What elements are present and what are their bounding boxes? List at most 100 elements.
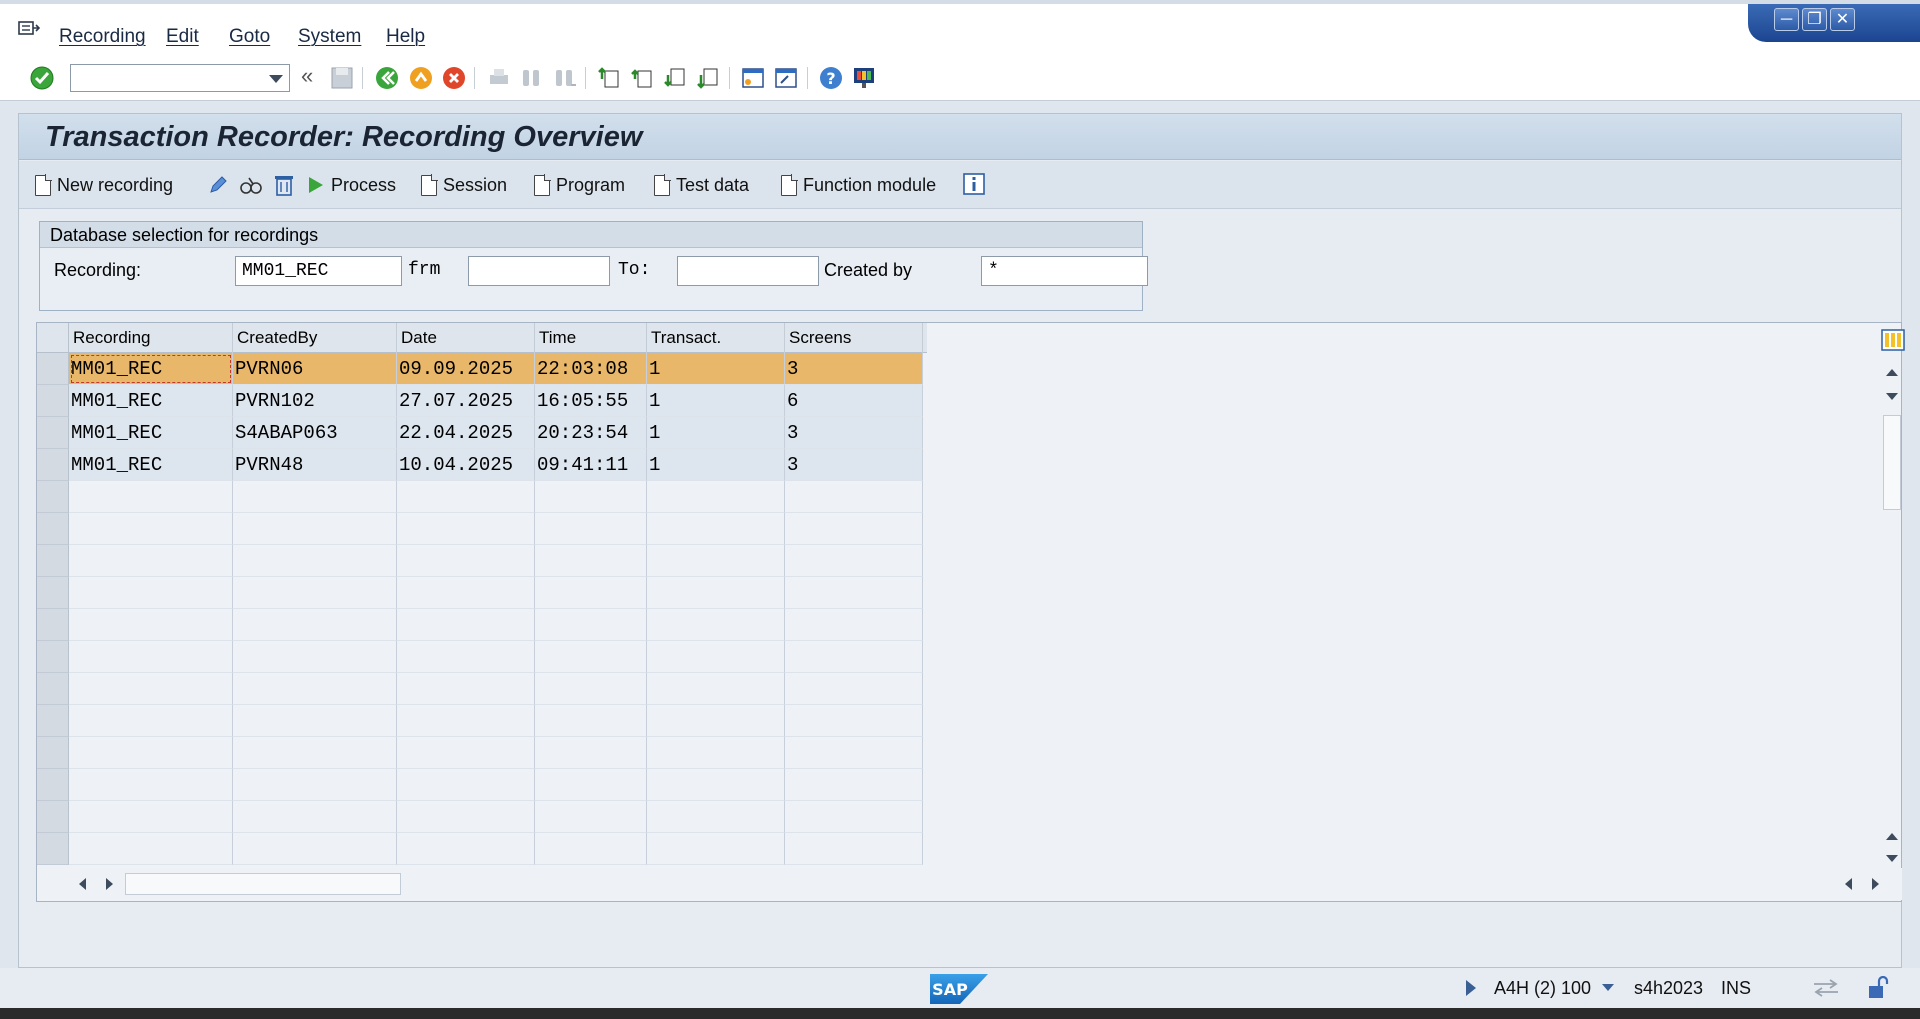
cell-recording[interactable] bbox=[69, 545, 233, 577]
cell-created-by[interactable]: S4ABAP063 bbox=[233, 417, 397, 449]
row-selector[interactable] bbox=[37, 801, 69, 833]
cell-screens[interactable] bbox=[785, 641, 923, 673]
cell-time[interactable] bbox=[535, 481, 647, 513]
cell-screens[interactable]: 3 bbox=[785, 449, 923, 481]
last-page-icon[interactable] bbox=[695, 65, 721, 91]
empty-table-row[interactable] bbox=[37, 513, 927, 545]
select-all-corner[interactable] bbox=[37, 323, 69, 353]
row-selector[interactable] bbox=[37, 833, 69, 865]
cell-time[interactable] bbox=[535, 513, 647, 545]
back-double-icon[interactable]: « bbox=[301, 63, 327, 89]
cell-time[interactable] bbox=[535, 737, 647, 769]
cell-time[interactable] bbox=[535, 609, 647, 641]
cell-created-by[interactable] bbox=[233, 641, 397, 673]
back-icon[interactable] bbox=[374, 65, 400, 91]
cell-time[interactable] bbox=[535, 769, 647, 801]
cell-transactions[interactable] bbox=[647, 513, 785, 545]
new-recording-button[interactable]: New recording bbox=[35, 171, 173, 199]
cell-created-by[interactable] bbox=[233, 609, 397, 641]
command-field[interactable] bbox=[70, 64, 290, 92]
unlock-icon[interactable] bbox=[1866, 976, 1890, 1000]
cell-created-by[interactable] bbox=[233, 673, 397, 705]
cell-recording[interactable] bbox=[69, 737, 233, 769]
session-button[interactable]: Session bbox=[421, 171, 507, 199]
cell-transactions[interactable]: 1 bbox=[647, 353, 785, 385]
column-header-screens[interactable]: Screens bbox=[785, 323, 923, 353]
cell-date[interactable] bbox=[397, 609, 535, 641]
close-icon[interactable]: ✕ bbox=[1830, 8, 1855, 31]
cell-created-by[interactable] bbox=[233, 769, 397, 801]
create-session-icon[interactable] bbox=[740, 65, 766, 91]
cell-created-by[interactable] bbox=[233, 481, 397, 513]
cell-date[interactable]: 22.04.2025 bbox=[397, 417, 535, 449]
table-row[interactable]: MM01_REC PVRN102 27.07.2025 16:05:55 1 6 bbox=[37, 385, 927, 417]
column-header-created-by[interactable]: CreatedBy bbox=[233, 323, 397, 353]
cell-created-by[interactable] bbox=[233, 577, 397, 609]
cell-transactions[interactable] bbox=[647, 609, 785, 641]
column-settings-icon[interactable] bbox=[1881, 329, 1905, 351]
row-selector[interactable] bbox=[37, 513, 69, 545]
scroll-page-down-icon[interactable] bbox=[1886, 393, 1898, 400]
cell-screens[interactable]: 3 bbox=[785, 353, 923, 385]
cell-recording[interactable] bbox=[69, 641, 233, 673]
cell-transactions[interactable] bbox=[647, 673, 785, 705]
status-expand-icon[interactable] bbox=[1466, 980, 1476, 996]
scroll-down-icon[interactable] bbox=[1886, 855, 1898, 862]
cell-transactions[interactable] bbox=[647, 641, 785, 673]
vertical-scrollbar[interactable] bbox=[1882, 363, 1902, 863]
row-selector[interactable] bbox=[37, 353, 69, 385]
cell-screens[interactable] bbox=[785, 673, 923, 705]
row-selector[interactable] bbox=[37, 385, 69, 417]
cell-recording[interactable] bbox=[69, 481, 233, 513]
cell-created-by[interactable]: PVRN06 bbox=[233, 353, 397, 385]
exit-icon[interactable] bbox=[408, 65, 434, 91]
cell-recording[interactable] bbox=[69, 673, 233, 705]
info-icon[interactable] bbox=[963, 173, 985, 195]
table-row[interactable]: MM01_REC S4ABAP063 22.04.2025 20:23:54 1 3 bbox=[37, 417, 927, 449]
cell-date[interactable] bbox=[397, 833, 535, 865]
row-selector[interactable] bbox=[37, 449, 69, 481]
cell-screens[interactable] bbox=[785, 577, 923, 609]
previous-page-icon[interactable] bbox=[629, 65, 655, 91]
created-by-input[interactable]: * bbox=[981, 256, 1148, 286]
row-selector[interactable] bbox=[37, 545, 69, 577]
cell-date[interactable] bbox=[397, 545, 535, 577]
cell-transactions[interactable] bbox=[647, 705, 785, 737]
menu-system[interactable]: System bbox=[298, 26, 361, 48]
cell-date[interactable] bbox=[397, 801, 535, 833]
cell-screens[interactable] bbox=[785, 545, 923, 577]
display-icon[interactable] bbox=[239, 174, 263, 196]
input-mode[interactable]: INS bbox=[1721, 978, 1751, 999]
cell-created-by[interactable] bbox=[233, 513, 397, 545]
print-icon[interactable] bbox=[486, 65, 512, 91]
cell-date[interactable]: 27.07.2025 bbox=[397, 385, 535, 417]
scroll-left-icon[interactable] bbox=[79, 878, 86, 890]
save-icon[interactable] bbox=[329, 65, 355, 91]
cell-recording[interactable]: MM01_REC bbox=[69, 385, 233, 417]
to-date-input[interactable] bbox=[677, 256, 819, 286]
cell-screens[interactable]: 3 bbox=[785, 417, 923, 449]
cancel-icon[interactable] bbox=[441, 65, 467, 91]
cell-time[interactable]: 09:41:11 bbox=[535, 449, 647, 481]
cell-recording[interactable] bbox=[69, 513, 233, 545]
help-icon[interactable]: ? bbox=[818, 65, 844, 91]
menu-icon[interactable] bbox=[18, 21, 40, 37]
cell-screens[interactable] bbox=[785, 833, 923, 865]
empty-table-row[interactable] bbox=[37, 801, 927, 833]
cell-screens[interactable] bbox=[785, 513, 923, 545]
row-selector[interactable] bbox=[37, 705, 69, 737]
cell-date[interactable] bbox=[397, 481, 535, 513]
from-date-input[interactable] bbox=[468, 256, 610, 286]
cell-transactions[interactable]: 1 bbox=[647, 385, 785, 417]
cell-transactions[interactable] bbox=[647, 769, 785, 801]
cell-date[interactable] bbox=[397, 737, 535, 769]
cell-created-by[interactable] bbox=[233, 705, 397, 737]
cell-time[interactable] bbox=[535, 801, 647, 833]
cell-screens[interactable] bbox=[785, 481, 923, 513]
horizontal-scroll-thumb[interactable] bbox=[125, 873, 401, 895]
cell-date[interactable]: 09.09.2025 bbox=[397, 353, 535, 385]
minimize-icon[interactable]: ─ bbox=[1774, 8, 1799, 31]
recording-input[interactable]: MM01_REC bbox=[235, 256, 402, 286]
cell-transactions[interactable]: 1 bbox=[647, 449, 785, 481]
chevron-down-icon[interactable] bbox=[269, 75, 283, 83]
